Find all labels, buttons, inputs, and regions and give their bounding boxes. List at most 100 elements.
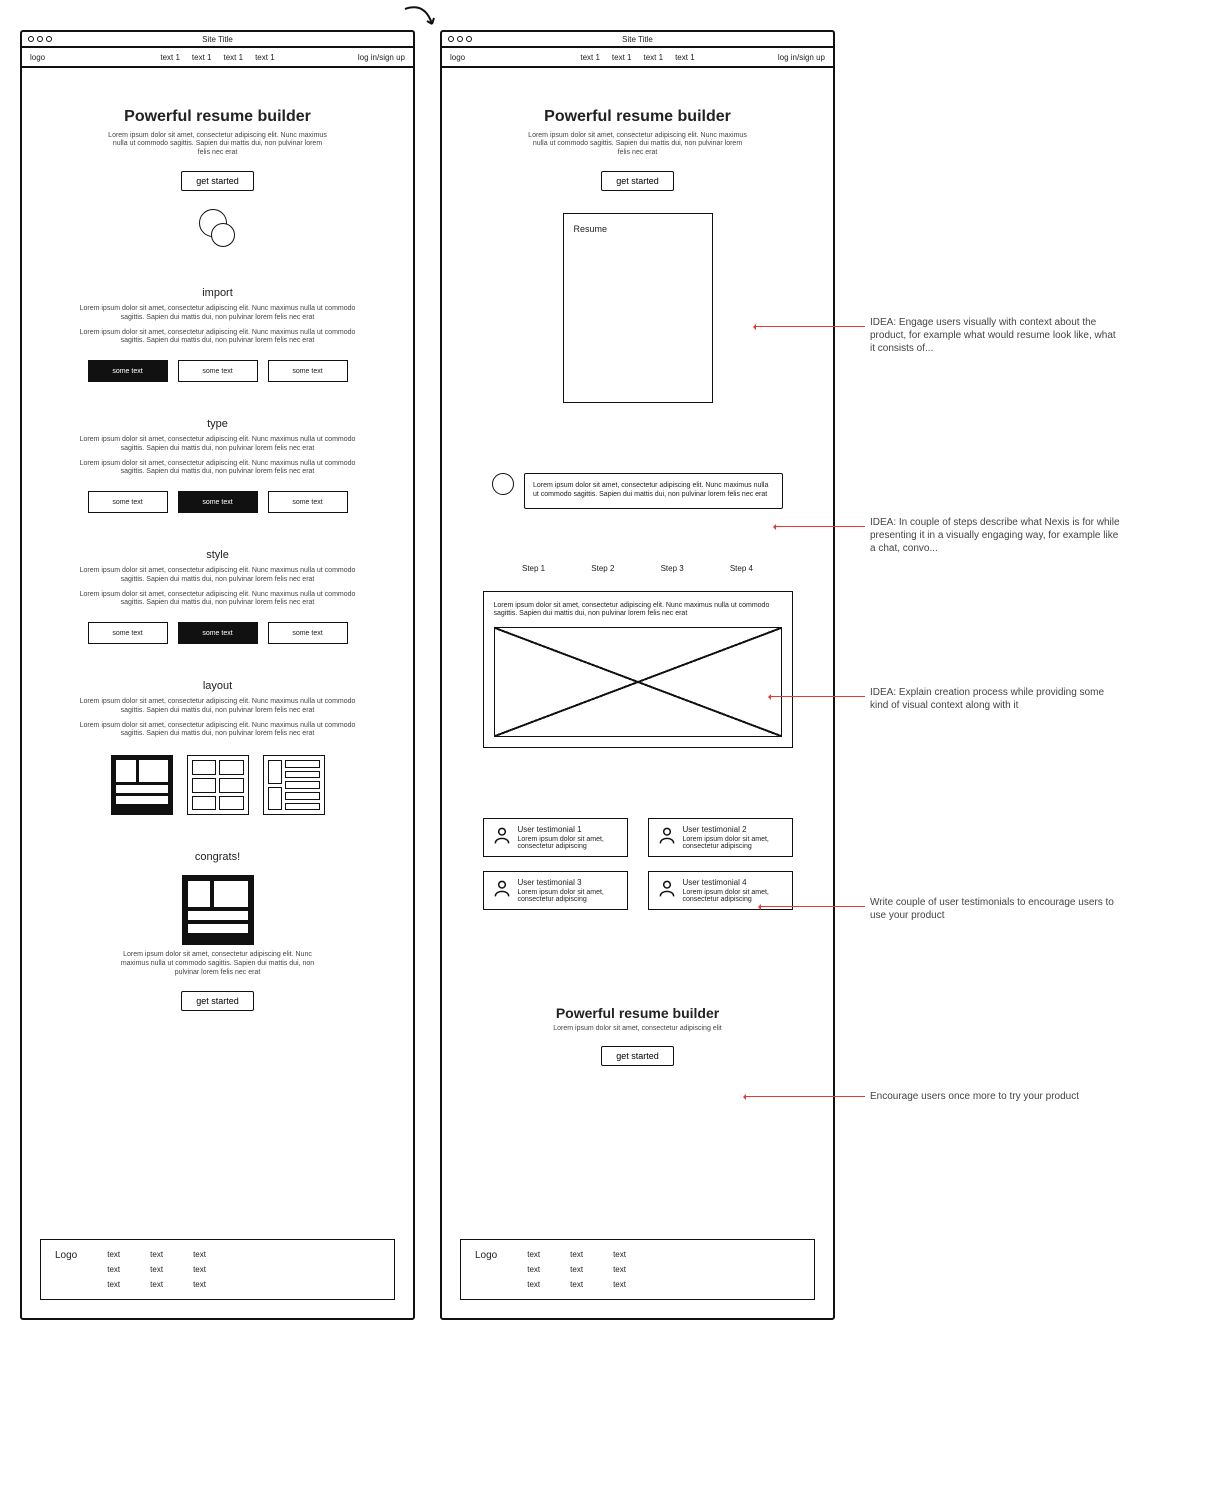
step-label[interactable]: Step 3 [661,564,684,573]
nav-item[interactable]: text 1 [644,53,664,62]
annotation-note: Encourage users once more to try your pr… [870,1090,1120,1103]
cta2-title: Powerful resume builder [556,1005,719,1021]
footer-link[interactable]: text [613,1265,626,1274]
testimonial-card: User testimonial 1 Lorem ipsum dolor sit … [483,818,628,857]
step-label[interactable]: Step 4 [730,564,753,573]
venn-shapes-icon [193,209,243,251]
get-started-button[interactable]: get started [601,171,674,191]
process-text: Lorem ipsum dolor sit amet, consectetur … [494,602,782,620]
annotation-note: Write couple of user testimonials to enc… [870,896,1120,922]
type-option[interactable]: some text [88,491,168,513]
section-text: Lorem ipsum dolor sit amet, consectetur … [78,591,358,609]
layout-option[interactable] [187,755,249,815]
nav-item[interactable]: text 1 [675,53,695,62]
testimonial-card: User testimonial 2Lorem ipsum dolor sit … [648,818,793,857]
footer-link[interactable]: text [193,1250,206,1259]
user-icon [657,878,677,898]
nav-login-link[interactable]: log in/sign up [358,53,405,62]
section-text: Lorem ipsum dolor sit amet, consectetur … [78,460,358,478]
section-text: Lorem ipsum dolor sit amet, consectetur … [78,698,358,716]
type-option[interactable]: some text [178,491,258,513]
section-text: Lorem ipsum dolor sit amet, consectetur … [78,567,358,585]
footer-link[interactable]: text [150,1250,163,1259]
section-text: Lorem ipsum dolor sit amet, consectetur … [78,436,358,454]
section-title-type: type [207,418,228,430]
navbar: logo text 1 text 1 text 1 text 1 log in/… [22,48,413,68]
resume-preview-placeholder: Resume [563,213,713,403]
footer-link[interactable]: text [527,1280,540,1289]
import-option[interactable]: some text [88,360,168,382]
layout-option[interactable] [111,755,173,815]
chat-bubble: Lorem ipsum dolor sit amet, consectetur … [524,473,783,509]
section-text: Lorem ipsum dolor sit amet, consectetur … [78,722,358,740]
testimonial-title: User testimonial 1 [518,825,619,834]
step-label[interactable]: Step 1 [522,564,545,573]
nav-item[interactable]: text 1 [224,53,244,62]
user-icon [492,878,512,898]
section-title-layout: layout [203,680,232,692]
style-option[interactable]: some text [88,622,168,644]
window-titlebar: Site Title [442,32,833,48]
footer: Logo text text text text text text text … [460,1239,815,1300]
get-started-button[interactable]: get started [181,991,254,1011]
section-title-congrats: congrats! [195,851,240,863]
nav-item[interactable]: text 1 [192,53,212,62]
section-text: Lorem ipsum dolor sit amet, consectetur … [78,305,358,323]
footer-link[interactable]: text [107,1280,120,1289]
cta2-subtitle: Lorem ipsum dolor sit amet, consectetur … [553,1025,721,1032]
import-option[interactable]: some text [178,360,258,382]
footer-link[interactable]: text [570,1250,583,1259]
testimonial-text: Lorem ipsum dolor sit amet, consectetur … [518,836,619,850]
footer-link[interactable]: text [150,1265,163,1274]
nav-item[interactable]: text 1 [160,53,180,62]
testimonial-card: User testimonial 3 Lorem ipsum dolor sit … [483,871,628,910]
style-option[interactable]: some text [178,622,258,644]
nav-item[interactable]: text 1 [580,53,600,62]
footer-link[interactable]: text [193,1280,206,1289]
footer-link[interactable]: text [570,1280,583,1289]
footer-link[interactable]: text [570,1265,583,1274]
steps-nav: Step 1 Step 2 Step 3 Step 4 [462,564,813,573]
testimonials-grid: User testimonial 1 Lorem ipsum dolor sit … [483,818,793,910]
image-placeholder-icon [494,627,782,737]
annotation-note: IDEA: Engage users visually with context… [870,316,1120,355]
footer-link[interactable]: text [527,1250,540,1259]
nav-item[interactable]: text 1 [255,53,275,62]
nav-item[interactable]: text 1 [612,53,632,62]
nav-login-link[interactable]: log in/sign up [778,53,825,62]
footer-logo[interactable]: Logo [55,1250,77,1261]
testimonial-text: Lorem ipsum dolor sit amet, consectetur … [518,889,619,903]
hero-subtitle: Lorem ipsum dolor sit amet, consectetur … [528,132,748,157]
wireframe-right-revised: Site Title logo text 1 text 1 text 1 tex… [440,30,835,1320]
step-label[interactable]: Step 2 [591,564,614,573]
site-title: Site Title [22,35,413,44]
footer-link[interactable]: text [107,1265,120,1274]
footer-logo[interactable]: Logo [475,1250,497,1261]
hero-subtitle: Lorem ipsum dolor sit amet, consectetur … [108,132,328,157]
section-text: Lorem ipsum dolor sit amet, consectetur … [78,329,358,347]
result-preview-card [182,875,254,945]
annotation-note: IDEA: Explain creation process while pro… [870,686,1120,712]
user-icon [657,825,677,845]
hero-title: Powerful resume builder [124,108,311,126]
import-option[interactable]: some text [268,360,348,382]
layout-option[interactable] [263,755,325,815]
get-started-button[interactable]: get started [601,1046,674,1066]
section-title-import: import [202,287,233,299]
get-started-button[interactable]: get started [181,171,254,191]
footer-link[interactable]: text [613,1280,626,1289]
footer-link[interactable]: text [107,1250,120,1259]
footer-link[interactable]: text [193,1265,206,1274]
type-option[interactable]: some text [268,491,348,513]
process-explainer: Lorem ipsum dolor sit amet, consectetur … [483,591,793,749]
footer-link[interactable]: text [527,1265,540,1274]
hero-title: Powerful resume builder [544,108,731,126]
testimonial-text: Lorem ipsum dolor sit amet, consectetur … [683,836,784,850]
footer-link[interactable]: text [613,1250,626,1259]
footer-link[interactable]: text [150,1280,163,1289]
testimonial-title: User testimonial 3 [518,878,619,887]
style-option[interactable]: some text [268,622,348,644]
avatar-icon [492,473,514,495]
annotation-note: IDEA: In couple of steps describe what N… [870,516,1120,555]
testimonial-text: Lorem ipsum dolor sit amet, consectetur … [683,889,784,903]
